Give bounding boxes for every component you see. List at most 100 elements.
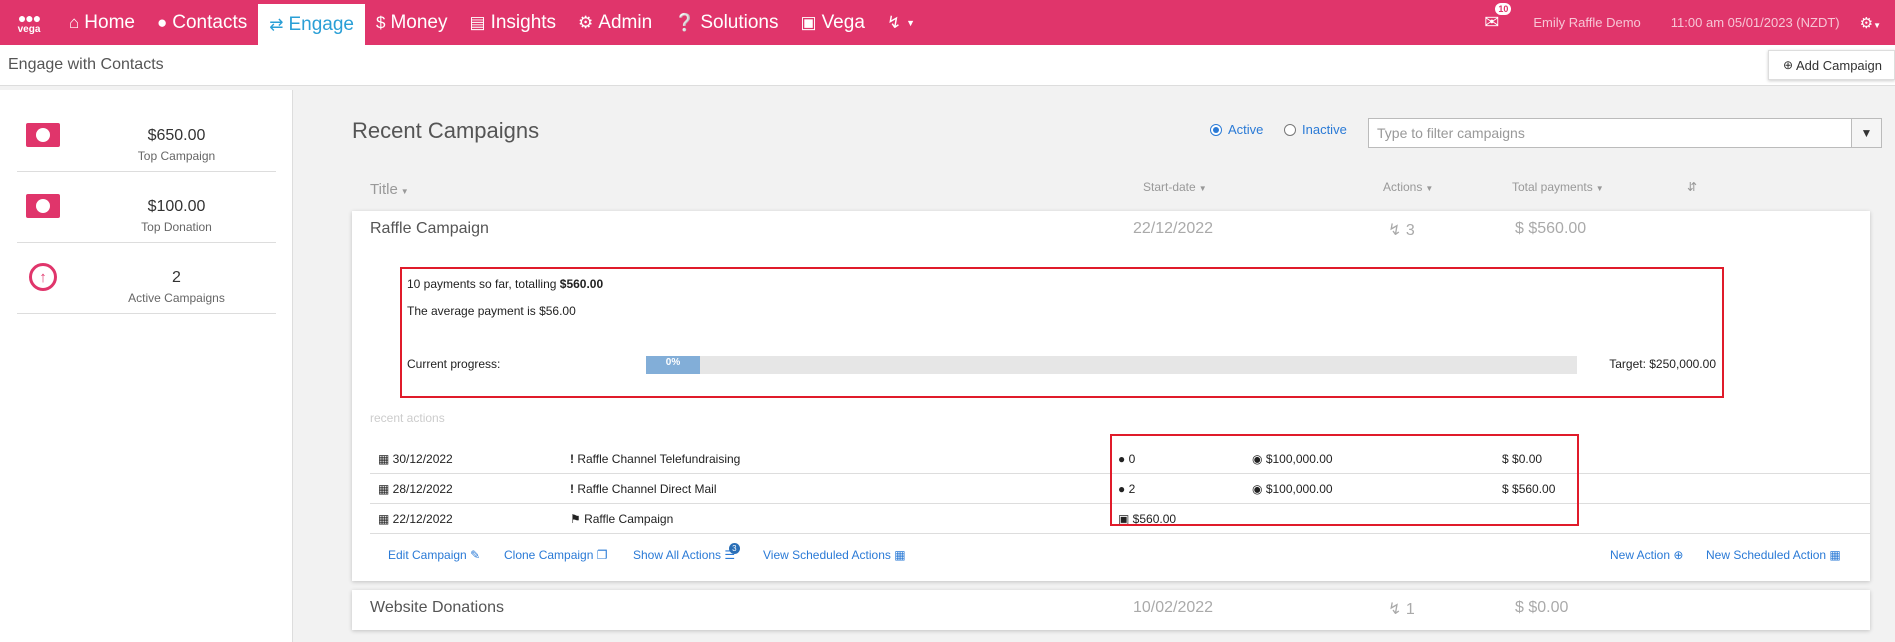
nav-insights[interactable]: ▤ Insights — [459, 0, 568, 45]
campaign-card: Raffle Campaign 22/12/2022 ↯ 3 $ $560.00… — [352, 211, 1870, 581]
section-title: Recent Campaigns — [352, 118, 540, 143]
calendar-icon: ▦ — [378, 452, 393, 466]
users-icon: ● — [156, 12, 168, 32]
column-header-total-payments[interactable]: Total payments ▼ — [1512, 180, 1604, 194]
clone-campaign-label: Clone Campaign — [504, 548, 594, 562]
column-total-label: Total payments — [1512, 180, 1593, 194]
exchange-icon: ⇄ — [269, 14, 284, 34]
row-action-name: Raffle Campaign — [584, 512, 674, 526]
nav-solutions[interactable]: ❔ Solutions — [663, 0, 789, 45]
radio-inactive[interactable]: Inactive — [1284, 122, 1347, 137]
target-amount: Target: $250,000.00 — [1609, 357, 1716, 371]
sort-caret-icon: ▼ — [1425, 184, 1434, 193]
column-header-start-date[interactable]: Start-date ▼ — [1143, 180, 1207, 194]
radio-active-label: Active — [1228, 122, 1264, 137]
progress-fill: 0% — [646, 356, 700, 374]
dollar-icon: $ — [1515, 599, 1529, 616]
stat-top-campaign: $650.00 Top Campaign — [17, 102, 276, 172]
bolt-icon: ↯ — [886, 12, 902, 32]
radio-inactive-label: Inactive — [1302, 122, 1347, 137]
campaign-total: $ $560.00 — [1515, 220, 1586, 238]
row-date: 22/12/2022 — [392, 512, 453, 526]
nav-contacts-label: Contacts — [172, 11, 248, 33]
actions-count-value: 1 — [1405, 601, 1415, 618]
nav-insights-label: Insights — [490, 11, 557, 33]
bolt-icon: ↯ — [1388, 222, 1406, 239]
payments-summary-total: $560.00 — [559, 277, 604, 291]
settings-menu-icon[interactable]: ⚙▼ — [1860, 14, 1881, 32]
nav-admin[interactable]: ⚙ Admin — [567, 0, 663, 45]
add-campaign-label: Add Campaign — [1796, 57, 1882, 73]
sub-header: Engage with Contacts ⊕ Add Campaign — [0, 45, 1895, 86]
view-scheduled-label: View Scheduled Actions — [763, 548, 891, 562]
envelope-icon: ✉ — [1484, 12, 1500, 32]
campaign-name[interactable]: Raffle Campaign — [370, 220, 489, 238]
sort-caret-icon: ▼ — [1198, 184, 1207, 193]
filter-campaigns-input[interactable] — [1368, 118, 1852, 148]
nav-vega-label: Vega — [821, 11, 865, 33]
nav-engage[interactable]: ⇄ Engage — [258, 4, 365, 45]
stat-label: Active Campaigns — [128, 291, 225, 305]
show-all-actions-link[interactable]: Show All Actions ☰3 — [633, 543, 740, 562]
average-payment: The average payment is $56.00 — [407, 304, 576, 318]
new-scheduled-label: New Scheduled Action — [1706, 548, 1827, 562]
row-action-name: Raffle Channel Direct Mail — [577, 482, 717, 496]
campaign-card: Website Donations 10/02/2022 ↯ 1 $ $0.00 — [352, 590, 1870, 630]
campaign-links: Edit Campaign ✎ Clone Campaign ❐ Show Al… — [352, 543, 1870, 568]
calendar-icon: ▦ — [894, 548, 906, 562]
new-action-label: New Action — [1610, 548, 1671, 562]
campaign-start-date: 10/02/2022 — [1133, 599, 1214, 616]
plus-circle-icon: ⊕ — [1782, 58, 1793, 72]
lock-icon: ▣ — [800, 12, 817, 32]
home-icon: ⌂ — [69, 12, 80, 32]
nav-contacts[interactable]: ● Contacts — [146, 0, 258, 45]
mail-button[interactable]: ✉ 10 — [1484, 3, 1512, 33]
filter-button[interactable]: ▼ — [1851, 118, 1882, 148]
stat-value: $650.00 — [147, 127, 206, 144]
new-action-link[interactable]: New Action ⊕ — [1610, 548, 1683, 562]
stat-value: $100.00 — [147, 198, 206, 215]
column-actions-label: Actions — [1383, 180, 1423, 194]
dollar-icon: $ — [376, 12, 386, 32]
view-scheduled-actions-link[interactable]: View Scheduled Actions ▦ — [763, 548, 906, 562]
user-name[interactable]: Emily Raffle Demo — [1533, 15, 1640, 30]
column-header-actions[interactable]: Actions ▼ — [1383, 180, 1433, 194]
chevron-down-icon: ▼ — [906, 17, 916, 28]
clone-campaign-link[interactable]: Clone Campaign ❐ — [504, 548, 608, 562]
column-title-label: Title — [370, 181, 398, 198]
edit-campaign-link[interactable]: Edit Campaign ✎ — [388, 548, 480, 562]
bolt-icon: ↯ — [1388, 601, 1406, 618]
top-navbar: ●●● vega ⌂ Home ● Contacts ⇄ Engage $ Money … — [0, 0, 1895, 45]
arrow-circle-up-icon: ↑ — [26, 263, 60, 291]
radio-active[interactable]: Active — [1210, 122, 1263, 137]
campaign-name[interactable]: Website Donations — [370, 599, 504, 617]
column-header-title[interactable]: Title ▼ — [370, 181, 409, 198]
show-all-actions-label: Show All Actions — [633, 548, 722, 562]
money-bill-icon — [26, 122, 60, 148]
campaign-summary: 10 payments so far, totalling $560.00 Th… — [400, 267, 1724, 398]
stat-active-campaigns: ↑ 2 Active Campaigns — [17, 244, 276, 314]
datetime: 11:00 am 05/01/2023 (NZDT) — [1670, 15, 1840, 30]
vega-logo[interactable]: ●●● vega — [0, 0, 58, 45]
nav-admin-label: Admin — [598, 11, 653, 33]
copy-icon: ❐ — [596, 548, 608, 562]
nav-home-label: Home — [84, 11, 135, 33]
add-campaign-button[interactable]: ⊕ Add Campaign — [1767, 50, 1895, 80]
radio-dot — [1210, 123, 1222, 136]
calendar-icon: ▦ — [378, 482, 393, 496]
campaign-start-date: 22/12/2022 — [1133, 220, 1214, 237]
flag-icon: ⚑ — [570, 512, 585, 526]
nav-vega[interactable]: ▣ Vega — [790, 0, 876, 45]
sort-toggle-icon[interactable]: ⇵ — [1687, 180, 1697, 194]
pencil-icon: ✎ — [470, 548, 481, 562]
nav-home[interactable]: ⌂ Home — [58, 0, 146, 45]
stat-value: 2 — [172, 269, 181, 286]
payments-summary-text: 10 payments so far, totalling — [407, 277, 560, 291]
nav-engage-label: Engage — [288, 13, 354, 35]
nav-money[interactable]: $ Money — [365, 0, 459, 45]
new-scheduled-action-link[interactable]: New Scheduled Action ▦ — [1706, 548, 1841, 562]
money-bill-icon — [26, 193, 60, 219]
total-value: $560.00 — [1528, 220, 1587, 237]
campaign-total: $ $0.00 — [1515, 599, 1568, 617]
nav-quick-actions[interactable]: ↯ ▼ — [876, 0, 926, 45]
